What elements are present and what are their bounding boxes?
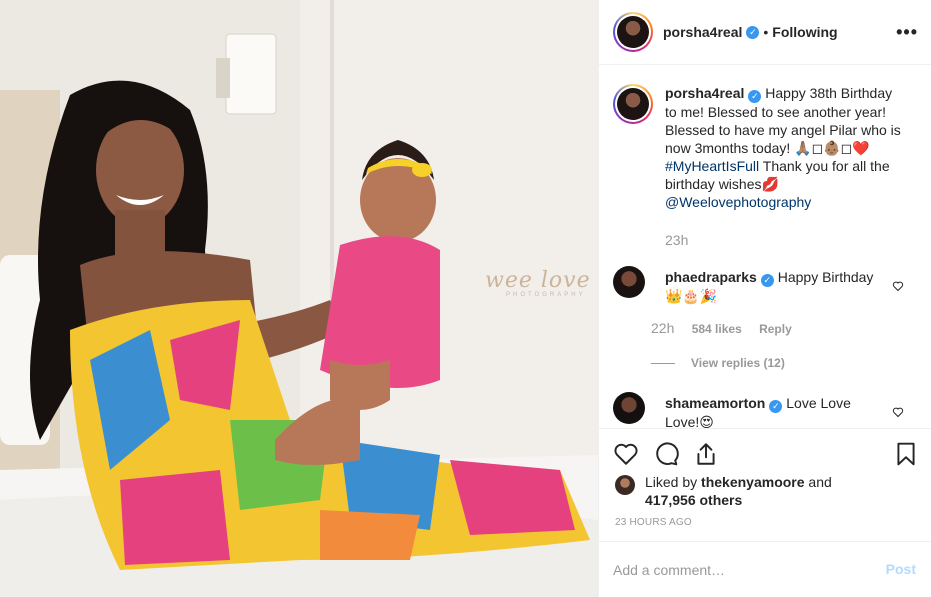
photo-watermark: wee love — [485, 268, 591, 293]
comment-time[interactable]: 22h — [651, 320, 674, 336]
caption-hashtag[interactable]: #MyHeartIsFull — [665, 158, 759, 174]
comments-scroll-area[interactable]: porsha4real ✓ Happy 38th Birthday to me! … — [599, 66, 931, 428]
liker-avatar[interactable] — [615, 475, 635, 495]
liked-by-text: Liked by thekenyamoore and 417,956 other… — [645, 473, 832, 509]
commenter-username[interactable]: shameamorton — [665, 395, 765, 411]
share-icon[interactable] — [693, 441, 719, 467]
caption-time[interactable]: 23h — [665, 232, 688, 248]
caption-text: porsha4real ✓ Happy 38th Birthday to me! … — [665, 84, 907, 211]
view-replies-button[interactable]: View replies (12) — [651, 356, 785, 370]
verified-badge-icon: ✓ — [769, 400, 783, 413]
more-horizontal-icon[interactable]: ••• — [896, 22, 918, 43]
bookmark-icon[interactable] — [893, 441, 919, 467]
post-side-panel: porsha4real ✓ • Following ••• porsha4rea… — [598, 0, 931, 597]
post-photo[interactable]: wee love PHOTOGRAPHY — [0, 0, 598, 597]
post-header: porsha4real ✓ • Following ••• — [599, 0, 931, 65]
caption-mention[interactable]: @Weelovephotography — [665, 194, 811, 210]
commenter-avatar[interactable] — [613, 266, 645, 298]
comment-like-heart-icon[interactable] — [892, 406, 904, 418]
liked-by-prefix: Liked by — [645, 474, 698, 490]
liked-by-suffix: and — [808, 474, 832, 490]
heart-icon[interactable] — [613, 441, 639, 467]
commenter-avatar[interactable] — [613, 392, 645, 424]
comment-icon[interactable] — [653, 441, 679, 467]
author-avatar[interactable] — [613, 12, 653, 52]
commenter-username[interactable]: phaedraparks — [665, 269, 757, 285]
photo-watermark-sub: PHOTOGRAPHY — [506, 292, 586, 298]
instagram-post: wee love PHOTOGRAPHY porsha4real ✓ • Fol… — [0, 0, 931, 597]
comment-text: phaedraparks ✓ Happy Birthday 👑🎂🎉 — [665, 268, 883, 305]
post-caption: porsha4real ✓ Happy 38th Birthday to me! … — [613, 84, 918, 211]
author-username[interactable]: porsha4real — [663, 24, 742, 40]
verified-badge-icon: ✓ — [748, 90, 762, 103]
comment-text: shameamorton ✓ Love Love Love!😍 — [665, 394, 883, 428]
post-photo-illustration — [0, 0, 598, 597]
verified-badge-icon: ✓ — [746, 25, 760, 39]
liked-by-count[interactable]: 417,956 others — [645, 492, 742, 508]
comment-likes[interactable]: 584 likes — [692, 322, 742, 336]
view-replies-line — [651, 363, 675, 365]
liked-by: Liked by thekenyamoore and 417,956 other… — [615, 473, 832, 509]
follow-status-button[interactable]: Following — [772, 24, 837, 40]
comment-bar: Post — [599, 541, 931, 597]
caption-username[interactable]: porsha4real — [665, 85, 744, 101]
comment-input[interactable] — [613, 560, 873, 580]
verified-badge-icon: ✓ — [760, 274, 774, 287]
comment-meta: 22h 584 likes Reply — [651, 320, 792, 336]
caption-avatar[interactable] — [613, 84, 653, 124]
post-actions: Liked by thekenyamoore and 417,956 other… — [599, 428, 931, 541]
header-separator: • — [763, 24, 769, 40]
post-timestamp[interactable]: 23 HOURS AGO — [615, 517, 692, 528]
comment-reply-button[interactable]: Reply — [759, 322, 792, 336]
post-comment-button[interactable]: Post — [886, 561, 916, 577]
view-replies-label: View replies (12) — [691, 356, 785, 370]
liked-by-user[interactable]: thekenyamoore — [701, 474, 804, 490]
comment-like-heart-icon[interactable] — [892, 280, 904, 292]
